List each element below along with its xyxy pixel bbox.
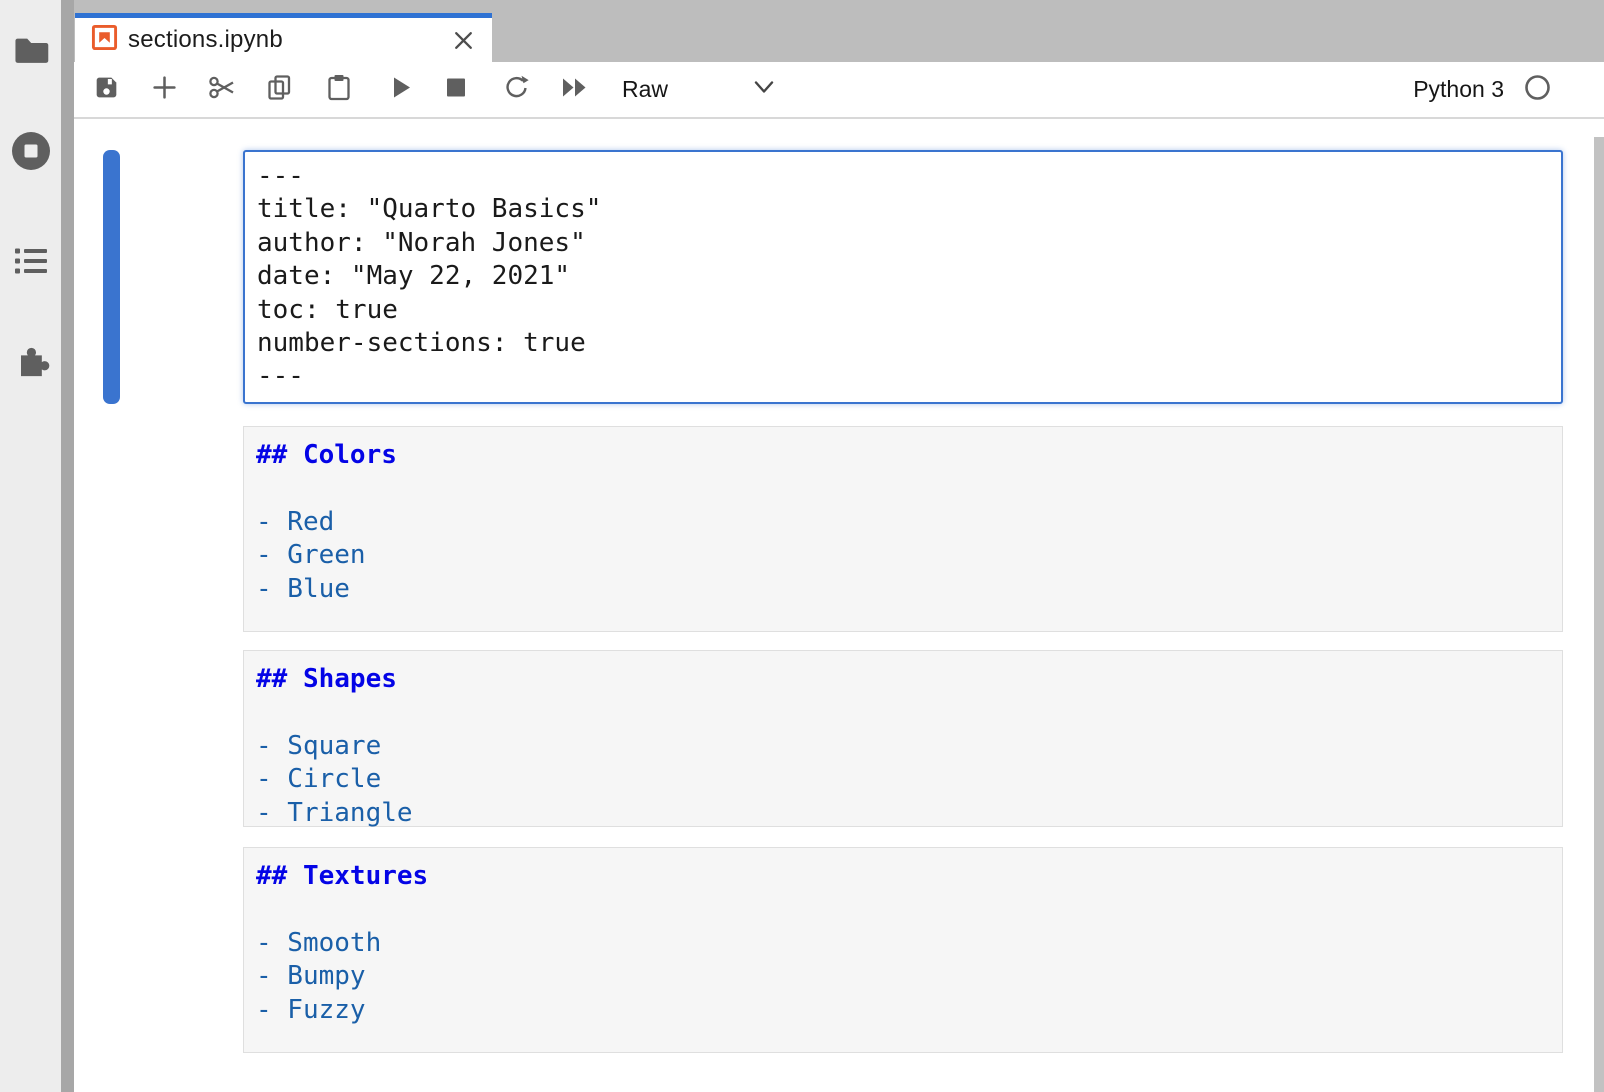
stop-circle-icon	[10, 130, 52, 177]
markdown-heading: ## Colors	[256, 439, 1562, 472]
play-icon	[392, 75, 412, 104]
folder-icon	[12, 33, 50, 70]
code-line: ---	[257, 360, 1561, 393]
sidebar-item-table-of-contents[interactable]	[0, 246, 61, 281]
markdown-list-item: - Square	[256, 730, 1562, 763]
kernel-name: Python 3	[1413, 76, 1504, 103]
copy-icon	[266, 73, 293, 106]
kernel-status-indicator[interactable]	[1524, 74, 1551, 106]
code-line: author: "Norah Jones"	[257, 227, 1561, 260]
chevron-down-icon	[752, 79, 776, 100]
kernel-idle-circle-icon	[1524, 88, 1551, 105]
code-line: title: "Quarto Basics"	[257, 193, 1561, 226]
blank-line	[256, 472, 1562, 505]
plus-icon	[152, 75, 177, 105]
code-line: ---	[257, 160, 1561, 193]
markdown-list-item: - Blue	[256, 573, 1562, 606]
scissors-icon	[207, 73, 237, 106]
markdown-heading: ## Shapes	[256, 663, 1562, 696]
cell-type-value: Raw	[622, 76, 668, 103]
save-icon	[94, 75, 119, 105]
active-cell-collapser[interactable]	[103, 150, 120, 404]
markdown-list-item: - Circle	[256, 763, 1562, 796]
blank-line	[256, 696, 1562, 729]
puzzle-icon	[11, 342, 51, 387]
tab-bar: sections.ipynb	[74, 0, 1604, 62]
markdown-cell-textures[interactable]: ## Textures - Smooth - Bumpy - Fuzzy	[243, 847, 1563, 1053]
notebook-icon	[91, 24, 118, 56]
scrollbar-track[interactable]	[1594, 137, 1604, 1092]
code-line: date: "May 22, 2021"	[257, 260, 1561, 293]
tab-sections-ipynb[interactable]: sections.ipynb	[75, 13, 492, 62]
run-cell-button[interactable]	[392, 75, 412, 104]
sidebar-item-running-sessions[interactable]	[0, 130, 61, 177]
cut-cells-button[interactable]	[207, 73, 237, 106]
blank-line	[256, 893, 1562, 926]
markdown-list-item: - Bumpy	[256, 960, 1562, 993]
list-icon	[13, 246, 49, 281]
markdown-list-item: - Smooth	[256, 927, 1562, 960]
markdown-list-item: - Triangle	[256, 797, 1562, 830]
notebook-toolbar: Raw Python 3	[74, 62, 1604, 119]
markdown-list-item: - Red	[256, 506, 1562, 539]
restart-run-all-button[interactable]	[561, 77, 588, 102]
clipboard-icon	[326, 73, 352, 106]
code-line: number-sections: true	[257, 327, 1561, 360]
close-icon[interactable]	[451, 28, 476, 53]
copy-cells-button[interactable]	[266, 73, 293, 106]
interrupt-kernel-button[interactable]	[446, 77, 466, 102]
sidebar-item-extension-manager[interactable]	[0, 342, 61, 387]
markdown-list-item: - Green	[256, 539, 1562, 572]
raw-cell-frontmatter[interactable]: --- title: "Quarto Basics" author: "Nora…	[243, 150, 1563, 404]
notebook-content: --- title: "Quarto Basics" author: "Nora…	[74, 119, 1604, 1092]
left-activity-bar	[0, 0, 61, 1092]
restart-kernel-button[interactable]	[503, 74, 530, 106]
insert-cell-button[interactable]	[152, 75, 177, 105]
markdown-list-item: - Fuzzy	[256, 994, 1562, 1027]
tab-title: sections.ipynb	[128, 26, 283, 54]
kernel-name-button[interactable]: Python 3	[1413, 62, 1504, 117]
sidebar-divider	[61, 0, 74, 1092]
notebook-panel: sections.ipynb	[74, 0, 1604, 1092]
markdown-cell-colors[interactable]: ## Colors - Red - Green - Blue	[243, 426, 1563, 632]
jupyterlab-window: sections.ipynb	[0, 0, 1604, 1092]
sidebar-item-file-browser[interactable]	[0, 33, 61, 70]
paste-cells-button[interactable]	[326, 73, 352, 106]
cell-type-dropdown[interactable]: Raw	[622, 62, 668, 117]
markdown-heading: ## Textures	[256, 860, 1562, 893]
markdown-cell-shapes[interactable]: ## Shapes - Square - Circle - Triangle	[243, 650, 1563, 827]
code-line: toc: true	[257, 294, 1561, 327]
stop-icon	[446, 77, 466, 102]
restart-icon	[503, 74, 530, 106]
fast-forward-icon	[561, 77, 588, 102]
save-button[interactable]	[94, 75, 119, 105]
